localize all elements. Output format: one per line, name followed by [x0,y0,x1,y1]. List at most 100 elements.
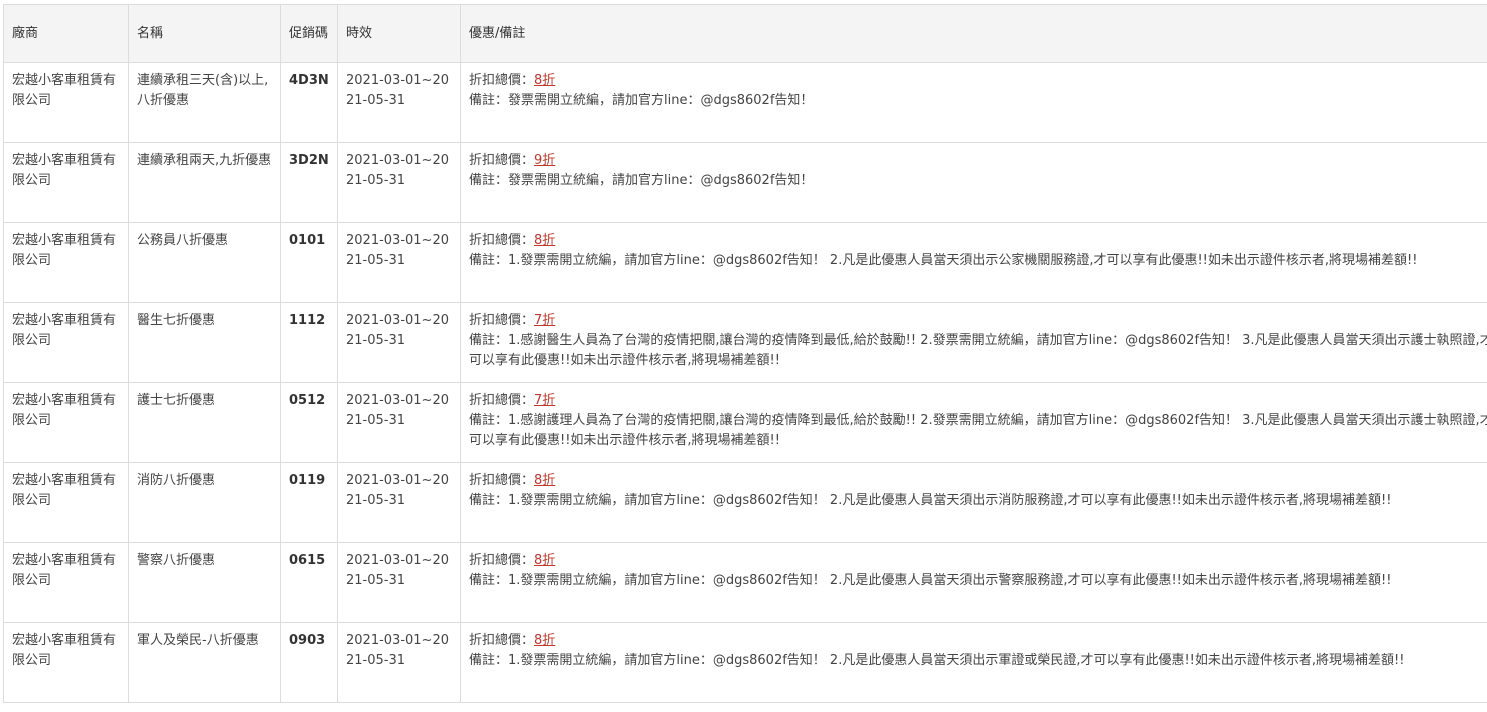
note-text: 備註：1.感謝護理人員為了台灣的疫情把關,讓台灣的疫情降到最低,給於鼓勵!! 2… [469,411,1487,451]
discount-note-cell: 折扣總價：8折 備註：1.發票需開立統編，請加官方line：@dgs8602f告… [461,463,1487,543]
note-text: 備註：1.發票需開立統編，請加官方line：@dgs8602f告知！ 2.凡是此… [469,251,1487,271]
discount-note-cell: 折扣總價：8折 備註：發票需開立統編，請加官方line：@dgs8602f告知！ [461,63,1487,143]
period-cell: 2021-03-01~2021-05-31 [338,543,461,623]
discount-value-link[interactable]: 7折 [534,313,555,328]
vendor-text: 宏越小客車租賃有限公司 [12,553,116,588]
vendor-cell: 宏越小客車租賃有限公司 [4,143,129,223]
discount-note-cell: 折扣總價：8折 備註：1.發票需開立統編，請加官方line：@dgs8602f告… [461,223,1487,303]
table-row: 宏越小客車租賃有限公司 軍人及榮民-八折優惠 0903 2021-03-01~2… [4,623,1487,703]
period-text: 2021-03-01~2021-05-31 [346,73,449,108]
vendor-cell: 宏越小客車租賃有限公司 [4,63,129,143]
discount-note-cell: 折扣總價：8折 備註：1.發票需開立統編，請加官方line：@dgs8602f告… [461,623,1487,703]
promo-name-cell: 連續承租三天(含)以上,八折優惠 [129,63,281,143]
discount-label: 折扣總價： [469,473,534,488]
promo-name-cell: 公務員八折優惠 [129,223,281,303]
note-text: 備註：發票需開立統編，請加官方line：@dgs8602f告知！ [469,171,1487,191]
discount-line: 折扣總價：8折 [469,471,1487,491]
promo-name-cell: 警察八折優惠 [129,543,281,623]
discount-value-link[interactable]: 8折 [534,553,555,568]
discount-line: 折扣總價：9折 [469,151,1487,171]
discount-line: 折扣總價：8折 [469,631,1487,651]
promo-name-cell: 連續承租兩天,九折優惠 [129,143,281,223]
vendor-text: 宏越小客車租賃有限公司 [12,153,116,188]
period-text: 2021-03-01~2021-05-31 [346,633,449,668]
promo-name-cell: 消防八折優惠 [129,463,281,543]
table-header-row: 廠商 名稱 促銷碼 時效 優惠/備註 [4,5,1487,63]
discount-line: 折扣總價：8折 [469,71,1487,91]
discount-label: 折扣總價： [469,73,534,88]
vendor-cell: 宏越小客車租賃有限公司 [4,543,129,623]
discount-label: 折扣總價： [469,313,534,328]
promo-code-text: 0101 [289,233,325,248]
period-cell: 2021-03-01~2021-05-31 [338,623,461,703]
discount-note-cell: 折扣總價：7折 備註：1.感謝護理人員為了台灣的疫情把關,讓台灣的疫情降到最低,… [461,383,1487,463]
promo-code-text: 0512 [289,393,325,408]
discount-note-cell: 折扣總價：8折 備註：1.發票需開立統編，請加官方line：@dgs8602f告… [461,543,1487,623]
promo-code-cell: 0512 [281,383,338,463]
discount-value-link[interactable]: 7折 [534,393,555,408]
discount-line: 折扣總價：7折 [469,391,1487,411]
promo-code-cell: 4D3N [281,63,338,143]
vendor-text: 宏越小客車租賃有限公司 [12,73,116,108]
table-row: 宏越小客車租賃有限公司 警察八折優惠 0615 2021-03-01~2021-… [4,543,1487,623]
promo-code-text: 0903 [289,633,325,648]
promo-name-text: 連續承租三天(含)以上,八折優惠 [137,73,268,108]
promo-table: 廠商 名稱 促銷碼 時效 優惠/備註 宏越小客車租賃有限公司 連續承租三天(含)… [3,4,1487,703]
vendor-cell: 宏越小客車租賃有限公司 [4,623,129,703]
vendor-cell: 宏越小客車租賃有限公司 [4,463,129,543]
promo-name-text: 消防八折優惠 [137,473,215,488]
promo-code-text: 0615 [289,553,325,568]
discount-note-cell: 折扣總價：7折 備註：1.感謝醫生人員為了台灣的疫情把關,讓台灣的疫情降到最低,… [461,303,1487,383]
discount-label: 折扣總價： [469,633,534,648]
period-text: 2021-03-01~2021-05-31 [346,393,449,428]
period-cell: 2021-03-01~2021-05-31 [338,143,461,223]
promo-code-text: 0119 [289,473,325,488]
promo-code-text: 1112 [289,313,325,328]
header-vendor: 廠商 [4,5,129,63]
promo-name-text: 醫生七折優惠 [137,313,215,328]
discount-value-link[interactable]: 8折 [534,73,555,88]
header-period: 時效 [338,5,461,63]
promo-name-cell: 醫生七折優惠 [129,303,281,383]
period-text: 2021-03-01~2021-05-31 [346,313,449,348]
period-cell: 2021-03-01~2021-05-31 [338,303,461,383]
promo-code-cell: 0101 [281,223,338,303]
vendor-cell: 宏越小客車租賃有限公司 [4,383,129,463]
header-discount-note: 優惠/備註 [461,5,1487,63]
promo-name-text: 連續承租兩天,九折優惠 [137,153,271,168]
header-code: 促銷碼 [281,5,338,63]
vendor-text: 宏越小客車租賃有限公司 [12,233,116,268]
note-text: 備註：1.發票需開立統編，請加官方line：@dgs8602f告知！ 2.凡是此… [469,571,1487,591]
note-text: 備註：1.感謝醫生人員為了台灣的疫情把關,讓台灣的疫情降到最低,給於鼓勵!! 2… [469,331,1487,371]
table-row: 宏越小客車租賃有限公司 醫生七折優惠 1112 2021-03-01~2021-… [4,303,1487,383]
discount-line: 折扣總價：7折 [469,311,1487,331]
note-text: 備註：發票需開立統編，請加官方line：@dgs8602f告知！ [469,91,1487,111]
note-text: 備註：1.發票需開立統編，請加官方line：@dgs8602f告知！ 2.凡是此… [469,651,1487,671]
discount-value-link[interactable]: 8折 [534,233,555,248]
discount-label: 折扣總價： [469,553,534,568]
promo-code-text: 3D2N [289,153,329,168]
header-name: 名稱 [129,5,281,63]
table-row: 宏越小客車租賃有限公司 連續承租三天(含)以上,八折優惠 4D3N 2021-0… [4,63,1487,143]
promo-name-text: 公務員八折優惠 [137,233,228,248]
promo-name-text: 警察八折優惠 [137,553,215,568]
vendor-text: 宏越小客車租賃有限公司 [12,633,116,668]
vendor-text: 宏越小客車租賃有限公司 [12,393,116,428]
period-cell: 2021-03-01~2021-05-31 [338,463,461,543]
note-text: 備註：1.發票需開立統編，請加官方line：@dgs8602f告知！ 2.凡是此… [469,491,1487,511]
discount-value-link[interactable]: 9折 [534,153,555,168]
discount-label: 折扣總價： [469,233,534,248]
period-cell: 2021-03-01~2021-05-31 [338,223,461,303]
promo-code-cell: 1112 [281,303,338,383]
vendor-cell: 宏越小客車租賃有限公司 [4,223,129,303]
discount-label: 折扣總價： [469,393,534,408]
promo-name-cell: 護士七折優惠 [129,383,281,463]
promo-name-text: 軍人及榮民-八折優惠 [137,633,259,648]
discount-line: 折扣總價：8折 [469,551,1487,571]
period-text: 2021-03-01~2021-05-31 [346,153,449,188]
promo-code-cell: 0903 [281,623,338,703]
discount-line: 折扣總價：8折 [469,231,1487,251]
discount-value-link[interactable]: 8折 [534,473,555,488]
table-row: 宏越小客車租賃有限公司 消防八折優惠 0119 2021-03-01~2021-… [4,463,1487,543]
discount-value-link[interactable]: 8折 [534,633,555,648]
